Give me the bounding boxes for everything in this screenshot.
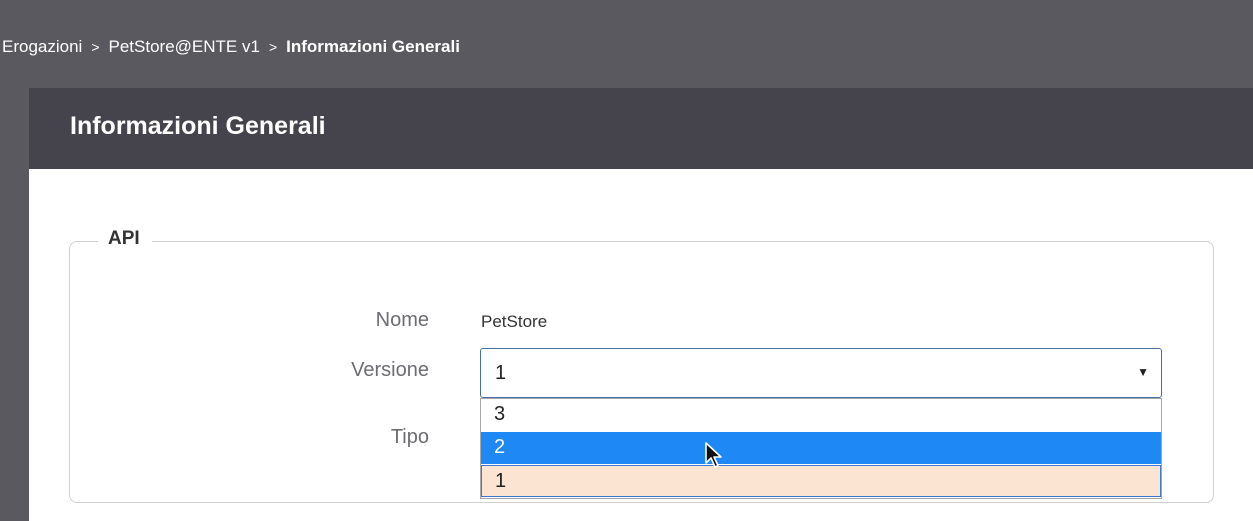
nome-value: PetStore [481, 312, 548, 331]
page-title: Informazioni Generali [70, 112, 326, 140]
main-panel: Informazioni Generali API Nome PetStore … [29, 88, 1253, 521]
versione-select-value: 1 [495, 362, 507, 384]
dropdown-option-1[interactable]: 1 [481, 465, 1161, 497]
versione-select[interactable]: 1 ▼ [480, 348, 1162, 398]
panel-header: Informazioni Generali [29, 88, 1253, 169]
breadcrumb-separator: > [268, 39, 278, 55]
dropdown-option-3[interactable]: 3 [481, 399, 1161, 431]
breadcrumb-current: Informazioni Generali [286, 37, 460, 56]
fieldset-legend: API [98, 228, 152, 250]
breadcrumb-item-erogazioni[interactable]: Erogazioni [2, 37, 82, 57]
mouse-pointer-icon [704, 441, 726, 474]
breadcrumb: Erogazioni > PetStore@ENTE v1 > Informaz… [0, 0, 1253, 88]
versione-dropdown: 3 2 1 [480, 398, 1162, 499]
dropdown-option-2[interactable]: 2 [481, 432, 1161, 464]
breadcrumb-separator: > [91, 39, 100, 55]
nome-label: Nome [375, 309, 429, 331]
breadcrumb-item-petstore[interactable]: PetStore@ENTE v1 [109, 37, 260, 57]
caret-down-icon: ▼ [1137, 365, 1149, 379]
versione-label: Versione [351, 359, 429, 381]
tipo-label: Tipo [390, 426, 429, 448]
